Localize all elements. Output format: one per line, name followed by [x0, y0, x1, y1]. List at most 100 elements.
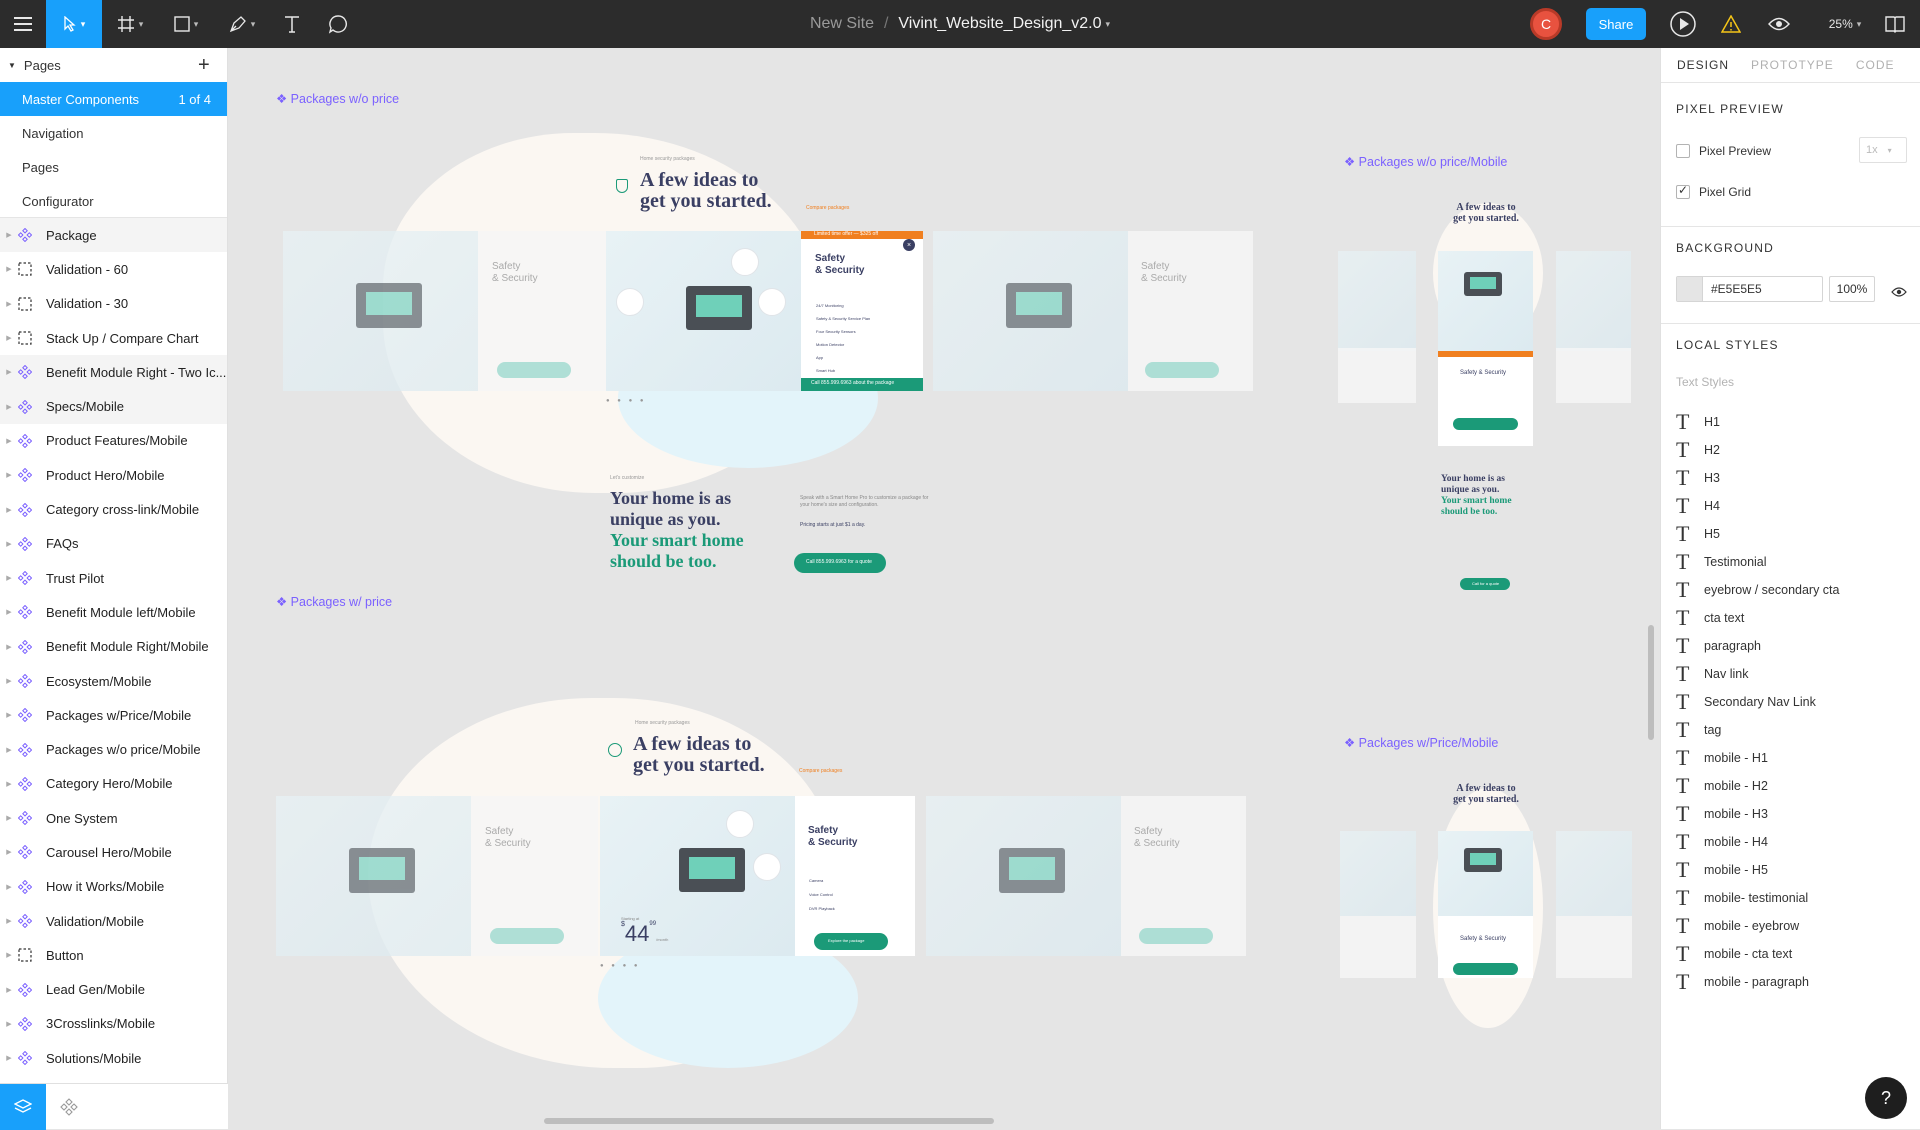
expand-arrow-icon[interactable]: ▶: [0, 814, 18, 822]
text-style-item[interactable]: Tmobile - H2: [1676, 772, 1768, 800]
add-page-icon[interactable]: +: [198, 54, 210, 77]
expand-arrow-icon[interactable]: ▶: [0, 265, 18, 273]
layer-item[interactable]: ▶ Benefit Module Right - Two Ic...: [0, 355, 227, 390]
layers-tab-icon[interactable]: [0, 1084, 46, 1130]
page-item-master-components[interactable]: Master Components 1 of 4: [0, 82, 227, 116]
comment-tool-icon[interactable]: [314, 0, 362, 48]
layer-item[interactable]: ▶ Category Hero/Mobile: [0, 767, 227, 801]
layer-item[interactable]: ▶ Packages w/Price/Mobile: [0, 698, 227, 732]
expand-arrow-icon[interactable]: ▶: [0, 540, 18, 548]
page-item-pages[interactable]: Pages: [0, 150, 227, 184]
carousel-dots[interactable]: ● ● ● ●: [606, 398, 647, 404]
layer-item[interactable]: ▶ Solutions/Mobile: [0, 1041, 227, 1075]
frame-label-packages-price-mobile[interactable]: ❖ Packages w/Price/Mobile: [1344, 735, 1498, 750]
expand-arrow-icon[interactable]: ▶: [0, 677, 18, 685]
text-style-item[interactable]: Tparagraph: [1676, 632, 1761, 660]
expand-arrow-icon[interactable]: ▶: [0, 574, 18, 582]
text-style-item[interactable]: Tmobile - H5: [1676, 856, 1768, 884]
expand-arrow-icon[interactable]: ▶: [0, 437, 18, 445]
text-style-item[interactable]: Tcta text: [1676, 604, 1744, 632]
layer-item[interactable]: ▶ Lead Gen/Mobile: [0, 973, 227, 1007]
layer-item[interactable]: ▶ Benefit Module left/Mobile: [0, 595, 227, 629]
expand-arrow-icon[interactable]: ▶: [0, 848, 18, 856]
file-menu-chevron-icon[interactable]: ▾: [1106, 19, 1111, 30]
layer-item[interactable]: ▶ Benefit Module Right/Mobile: [0, 630, 227, 664]
text-style-item[interactable]: T Testimonial: [1676, 548, 1767, 576]
text-tool-icon[interactable]: [270, 0, 314, 48]
layer-item[interactable]: ▶ Specs/Mobile: [0, 389, 227, 424]
expand-arrow-icon[interactable]: ▶: [0, 746, 18, 754]
expand-arrow-icon[interactable]: ▶: [0, 986, 18, 994]
page-item-navigation[interactable]: Navigation: [0, 116, 227, 150]
carousel-dots[interactable]: ● ● ● ●: [600, 963, 641, 969]
text-style-item[interactable]: Tmobile - cta text: [1676, 940, 1792, 968]
expand-arrow-icon[interactable]: ▶: [0, 471, 18, 479]
expand-arrow-icon[interactable]: ▶: [0, 334, 18, 342]
expand-arrow-icon[interactable]: ▶: [0, 1020, 18, 1028]
text-style-item[interactable]: T H5: [1676, 520, 1720, 548]
expand-arrow-icon[interactable]: ▶: [0, 883, 18, 891]
components-tab-icon[interactable]: [46, 1084, 92, 1130]
pixel-grid-checkbox[interactable]: [1676, 183, 1690, 199]
compare-link[interactable]: Compare packages: [799, 768, 842, 774]
vertical-scrollbar[interactable]: [1648, 625, 1654, 740]
present-icon[interactable]: [1668, 0, 1698, 48]
collapse-icon[interactable]: ▼: [8, 61, 16, 70]
view-icon[interactable]: [1764, 0, 1794, 48]
layer-item[interactable]: ▶ Validation - 30: [0, 287, 227, 321]
layer-item[interactable]: ▶ 3Crosslinks/Mobile: [0, 1007, 227, 1041]
layer-item[interactable]: ▶ Trust Pilot: [0, 561, 227, 595]
design-canvas[interactable]: ❖ Packages w/o price Home security packa…: [228, 48, 1660, 1129]
share-button[interactable]: Share: [1586, 8, 1646, 40]
explore-button[interactable]: [1145, 362, 1219, 378]
explore-button[interactable]: [497, 362, 571, 378]
frame-label-packages-price[interactable]: ❖ Packages w/ price: [276, 594, 392, 609]
color-swatch[interactable]: [1677, 277, 1703, 301]
layer-item[interactable]: ▶ Packages w/o price/Mobile: [0, 732, 227, 766]
expand-arrow-icon[interactable]: ▶: [0, 300, 18, 308]
expand-arrow-icon[interactable]: ▶: [0, 780, 18, 788]
help-button[interactable]: ?: [1865, 1077, 1907, 1119]
frame-tool-icon[interactable]: ▾: [102, 0, 158, 48]
text-style-item[interactable]: Tmobile - paragraph: [1676, 968, 1809, 996]
frame-label-packages-no-price[interactable]: ❖ Packages w/o price: [276, 91, 399, 106]
page-item-configurator[interactable]: Configurator: [0, 184, 227, 217]
text-style-item[interactable]: Ttag: [1676, 716, 1721, 744]
layer-item[interactable]: ▶ Ecosystem/Mobile: [0, 664, 227, 698]
layer-item[interactable]: ▶ Validation - 60: [0, 252, 227, 286]
text-style-item[interactable]: Tmobile - H1: [1676, 744, 1768, 772]
background-hex[interactable]: #E5E5E5: [1711, 282, 1762, 296]
layer-item[interactable]: ▶ FAQs: [0, 527, 227, 561]
expand-arrow-icon[interactable]: ▶: [0, 1054, 18, 1062]
layer-item[interactable]: ▶ Product Features/Mobile: [0, 424, 227, 458]
explore-button[interactable]: [1139, 928, 1213, 944]
text-style-item[interactable]: Tmobile - H4: [1676, 828, 1768, 856]
layer-item[interactable]: ▶ Validation/Mobile: [0, 904, 227, 938]
explore-button[interactable]: [490, 928, 564, 944]
explore-button[interactable]: [1453, 963, 1518, 975]
tab-code[interactable]: CODE: [1856, 58, 1895, 72]
file-name[interactable]: Vivint_Website_Design_v2.0: [898, 15, 1101, 33]
layer-item[interactable]: ▶ Category cross-link/Mobile: [0, 492, 227, 526]
project-name[interactable]: New Site: [810, 15, 874, 33]
layer-item[interactable]: ▶ Button: [0, 938, 227, 972]
tab-design[interactable]: DESIGN: [1677, 58, 1729, 72]
expand-arrow-icon[interactable]: ▶: [0, 506, 18, 514]
zoom-menu[interactable]: 25% ▾: [1820, 0, 1870, 48]
text-style-item[interactable]: T Nav link: [1676, 660, 1748, 688]
pages-header[interactable]: ▼ Pages +: [0, 48, 227, 82]
menu-icon[interactable]: [0, 0, 46, 48]
layer-item[interactable]: ▶ Package: [0, 218, 227, 253]
move-tool-icon[interactable]: ▾: [46, 0, 102, 48]
text-style-item[interactable]: T H4: [1676, 492, 1720, 520]
background-color-field[interactable]: #E5E5E5: [1676, 276, 1823, 302]
text-style-item[interactable]: T H2: [1676, 436, 1720, 464]
avatar[interactable]: C: [1530, 8, 1562, 40]
visibility-eye-icon[interactable]: [1891, 284, 1907, 302]
text-style-item[interactable]: Tmobile - H3: [1676, 800, 1768, 828]
expand-arrow-icon[interactable]: ▶: [0, 951, 18, 959]
explore-button[interactable]: [1453, 418, 1518, 430]
expand-arrow-icon[interactable]: ▶: [0, 643, 18, 651]
rectangle-tool-icon[interactable]: ▾: [158, 0, 214, 48]
tab-prototype[interactable]: PROTOTYPE: [1751, 58, 1834, 72]
